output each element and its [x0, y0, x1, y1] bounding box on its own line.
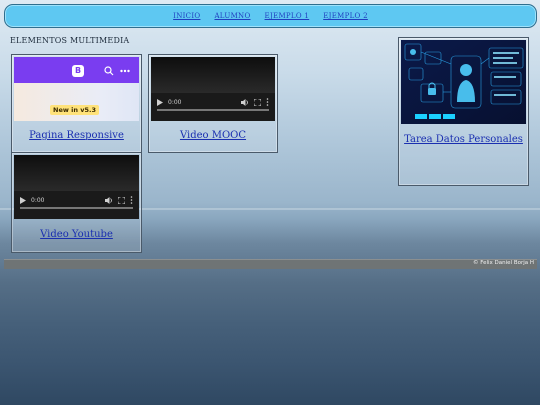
- version-badge: New in v5.3: [50, 105, 99, 115]
- link-video-youtube[interactable]: Video Youtube: [12, 229, 141, 240]
- fullscreen-icon[interactable]: [254, 98, 261, 106]
- bootstrap-screenshot-image[interactable]: B New in v5.3: [14, 57, 139, 121]
- bootstrap-hero: [14, 83, 139, 121]
- bootstrap-logo-icon: B: [72, 65, 84, 77]
- fullscreen-icon[interactable]: [118, 196, 125, 204]
- card-video-youtube: 0:00 Video Youtube: [11, 152, 142, 253]
- nav-link-inicio[interactable]: INICIO: [173, 12, 200, 20]
- volume-icon[interactable]: [105, 196, 113, 204]
- more-options-icon[interactable]: [266, 98, 269, 106]
- video-controls: 0:00: [157, 95, 269, 109]
- more-icon: [120, 69, 130, 73]
- video-progress-bar[interactable]: [20, 207, 133, 209]
- link-video-mooc[interactable]: Video MOOC: [149, 130, 277, 141]
- nav-link-alumno[interactable]: ALUMNO: [214, 12, 250, 20]
- card-video-mooc: 0:00 Video MOOC: [148, 54, 278, 153]
- card-tarea-datos-personales: Tarea Datos Personales: [398, 37, 529, 186]
- video-time: 0:00: [168, 98, 182, 106]
- play-icon[interactable]: [157, 98, 163, 106]
- video-progress-bar[interactable]: [157, 109, 269, 111]
- cyber-security-image[interactable]: [401, 40, 526, 124]
- cyber-security-illustration: [401, 40, 526, 124]
- video-frame: [151, 57, 275, 93]
- nav-link-ejemplo-2[interactable]: EJEMPLO 2: [323, 12, 368, 20]
- link-tarea-datos-personales[interactable]: Tarea Datos Personales: [399, 134, 528, 145]
- link-pagina-responsive[interactable]: Pagina Responsive: [12, 130, 141, 141]
- play-icon[interactable]: [20, 196, 26, 204]
- video-player-youtube[interactable]: 0:00: [14, 155, 139, 219]
- section-title: ELEMENTOS MULTIMEDIA: [10, 36, 130, 45]
- card-pagina-responsive: B New in v5.3 Pagina Responsive: [11, 54, 142, 153]
- video-player-mooc[interactable]: 0:00: [151, 57, 275, 121]
- footer-bar: © Felix Daniel Borja H: [4, 259, 537, 269]
- video-frame: [14, 155, 139, 191]
- nav-link-ejemplo-1[interactable]: EJEMPLO 1: [265, 12, 310, 20]
- video-controls: 0:00: [20, 193, 133, 207]
- video-time: 0:00: [31, 196, 45, 204]
- more-options-icon[interactable]: [130, 196, 133, 204]
- volume-icon[interactable]: [241, 98, 249, 106]
- search-icon: [104, 66, 114, 76]
- footer-credit: © Felix Daniel Borja H: [472, 260, 534, 266]
- top-nav-bar: INICIO ALUMNO EJEMPLO 1 EJEMPLO 2: [4, 4, 537, 28]
